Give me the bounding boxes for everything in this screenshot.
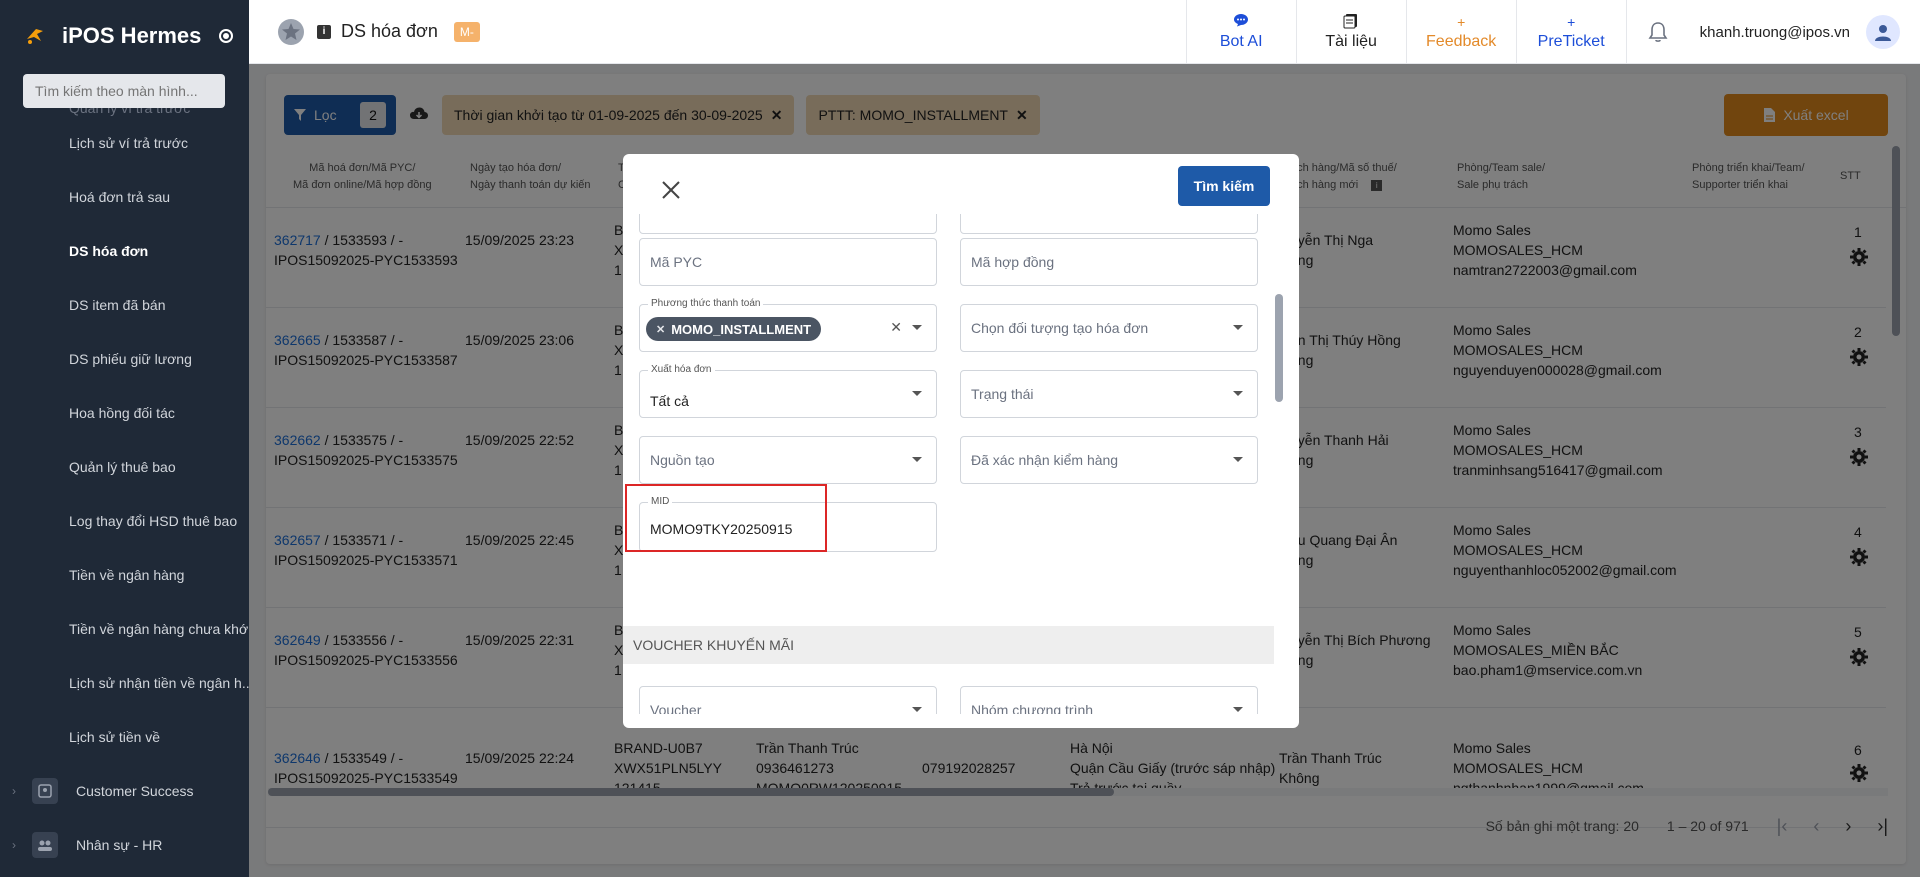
chevron-down-icon[interactable] bbox=[912, 391, 922, 396]
chevron-down-icon[interactable] bbox=[1233, 707, 1243, 712]
modal-scrollbar[interactable] bbox=[1275, 294, 1283, 402]
sidebar-group-hr[interactable]: › Nhân sự - HR bbox=[0, 818, 249, 872]
user-menu[interactable]: khanh.truong@ipos.vn bbox=[1690, 0, 1920, 64]
customer-success-icon bbox=[32, 778, 58, 804]
mid-highlight-box bbox=[625, 484, 827, 552]
invoice-object-select[interactable]: Chọn đối tượng tạo hóa đơn bbox=[960, 304, 1258, 352]
document-icon bbox=[1343, 13, 1359, 31]
placeholder: Mã hợp đồng bbox=[971, 254, 1055, 270]
documents-button[interactable]: Tài liệu bbox=[1295, 0, 1406, 64]
sidebar-group-customer-success[interactable]: › Customer Success bbox=[0, 764, 249, 818]
avatar[interactable] bbox=[1866, 15, 1900, 49]
bell-icon bbox=[1648, 22, 1668, 42]
program-group-select[interactable]: Nhóm chương trình bbox=[960, 686, 1258, 714]
chevron-down-icon[interactable] bbox=[1233, 457, 1243, 462]
brand-logo-icon bbox=[27, 29, 43, 44]
chevron-down-icon[interactable] bbox=[912, 325, 922, 330]
user-icon bbox=[1875, 25, 1891, 41]
chevron-down-icon[interactable] bbox=[1233, 391, 1243, 396]
placeholder: Nhóm chương trình bbox=[971, 702, 1094, 714]
confirmed-select[interactable]: Đã xác nhận kiểm hàng bbox=[960, 436, 1258, 484]
voucher-select[interactable]: Voucher bbox=[639, 686, 937, 714]
close-icon[interactable] bbox=[659, 178, 683, 202]
field-label: Xuất hóa đơn bbox=[648, 364, 715, 375]
sidebar-item-sold-items[interactable]: DS item đã bán bbox=[0, 278, 249, 332]
sidebar: iPOS Hermes Quản lý ví trả trước Lịch sử… bbox=[0, 0, 249, 877]
brand-name: iPOS Hermes bbox=[62, 23, 202, 48]
voucher-section-header: VOUCHER KHUYẾN MÃI bbox=[623, 626, 1274, 664]
sidebar-item-invoice-list[interactable]: DS hóa đơn bbox=[0, 224, 249, 278]
chevron-right-icon: › bbox=[12, 784, 16, 798]
sidebar-item-bank-receipts[interactable]: Tiền về ngân hàng bbox=[0, 548, 249, 602]
pyc-code-input[interactable]: Mã PYC bbox=[639, 238, 937, 286]
tag-label: MOMO_INSTALLMENT bbox=[671, 321, 812, 337]
field-label: Phương thức thanh toán bbox=[648, 298, 764, 309]
sidebar-item-bank-unmatched[interactable]: Tiền về ngân hàng chưa khớp bbox=[0, 602, 249, 656]
placeholder: Đã xác nhận kiểm hàng bbox=[971, 452, 1119, 468]
mode-badge: M- bbox=[453, 21, 480, 42]
plus-icon: + bbox=[1567, 14, 1576, 30]
status-select[interactable]: Trạng thái bbox=[960, 370, 1258, 418]
sidebar-item-postpaid-invoice[interactable]: Hoá đơn trả sau bbox=[0, 170, 249, 224]
chevron-right-icon: › bbox=[12, 838, 16, 852]
invoice-export-select[interactable]: Xuất hóa đơn Tất cả bbox=[639, 364, 937, 418]
bot-ai-label: Bot AI bbox=[1219, 33, 1263, 50]
target-icon[interactable] bbox=[219, 29, 234, 43]
bot-ai-button[interactable]: Bot AI bbox=[1185, 0, 1296, 64]
chat-icon bbox=[1233, 13, 1249, 31]
people-icon bbox=[32, 832, 58, 858]
placeholder: Mã PYC bbox=[650, 254, 703, 270]
sidebar-search-input[interactable] bbox=[23, 74, 225, 108]
chevron-down-icon[interactable] bbox=[912, 457, 922, 462]
payment-method-select[interactable]: Phương thức thanh toán ✕ MOMO_INSTALLMEN… bbox=[639, 298, 937, 352]
sidebar-menu: Quản lý ví trả trước Lịch sử ví trả trướ… bbox=[0, 100, 249, 872]
search-button[interactable]: Tìm kiếm bbox=[1178, 166, 1270, 206]
placeholder: Chọn đối tượng tạo hóa đơn bbox=[971, 320, 1149, 336]
field-top-right[interactable] bbox=[960, 214, 1258, 234]
sidebar-item-prepaid-wallet-history[interactable]: Lịch sử ví trả trước bbox=[0, 116, 249, 170]
user-email: khanh.truong@ipos.vn bbox=[1699, 23, 1850, 41]
contract-code-input[interactable]: Mã hợp đồng bbox=[960, 238, 1258, 286]
notifications-button[interactable] bbox=[1625, 0, 1690, 64]
preticket-label: PreTicket bbox=[1537, 33, 1605, 50]
source-select[interactable]: Nguồn tạo bbox=[639, 436, 937, 484]
feedback-button[interactable]: + Feedback bbox=[1405, 0, 1516, 64]
placeholder: Voucher bbox=[650, 702, 702, 714]
sidebar-group-label: Nhân sự - HR bbox=[76, 837, 163, 853]
sidebar-item-subscriptions[interactable]: Quản lý thuê bao bbox=[0, 440, 249, 494]
filter-modal: Tìm kiếm Mã PYC Mã hợp đồng Phương thức … bbox=[623, 154, 1299, 728]
selected-value: Tất cả bbox=[650, 393, 689, 409]
chevron-down-icon[interactable] bbox=[912, 707, 922, 712]
preticket-button[interactable]: + PreTicket bbox=[1515, 0, 1626, 64]
sidebar-item-salary-hold[interactable]: DS phiếu giữ lương bbox=[0, 332, 249, 386]
clear-icon[interactable]: ✕ bbox=[890, 319, 902, 336]
remove-tag-icon[interactable]: ✕ bbox=[656, 323, 665, 336]
feedback-label: Feedback bbox=[1426, 33, 1497, 50]
plus-icon: + bbox=[1457, 14, 1466, 30]
chevron-down-icon[interactable] bbox=[1233, 325, 1243, 330]
sidebar-item-bank-history[interactable]: Lịch sử nhận tiền về ngân h... bbox=[0, 656, 249, 710]
sidebar-item-subscription-log[interactable]: Log thay đổi HSD thuê bao bbox=[0, 494, 249, 548]
page-title: DS hóa đơn bbox=[341, 21, 438, 41]
star-badge-icon bbox=[278, 18, 304, 45]
topbar: i DS hóa đơn M- Bot AI Tài liệu + Feedba… bbox=[249, 0, 1920, 64]
info-icon[interactable]: i bbox=[317, 24, 331, 39]
top-actions: Bot AI Tài liệu + Feedback + PreTicket k… bbox=[1185, 0, 1920, 64]
sidebar-item-money-history[interactable]: Lịch sử tiền về bbox=[0, 710, 249, 764]
placeholder: Trạng thái bbox=[971, 386, 1034, 402]
placeholder: Nguồn tạo bbox=[650, 452, 715, 468]
selected-tag: ✕ MOMO_INSTALLMENT bbox=[646, 317, 822, 341]
brand[interactable]: iPOS Hermes bbox=[0, 0, 249, 72]
sidebar-item-partner-commission[interactable]: Hoa hồng đối tác bbox=[0, 386, 249, 440]
sidebar-group-label: Customer Success bbox=[76, 783, 194, 799]
field-top-left[interactable] bbox=[639, 214, 937, 234]
documents-label: Tài liệu bbox=[1325, 33, 1377, 50]
modal-form: Mã PYC Mã hợp đồng Phương thức thanh toá… bbox=[623, 214, 1283, 714]
